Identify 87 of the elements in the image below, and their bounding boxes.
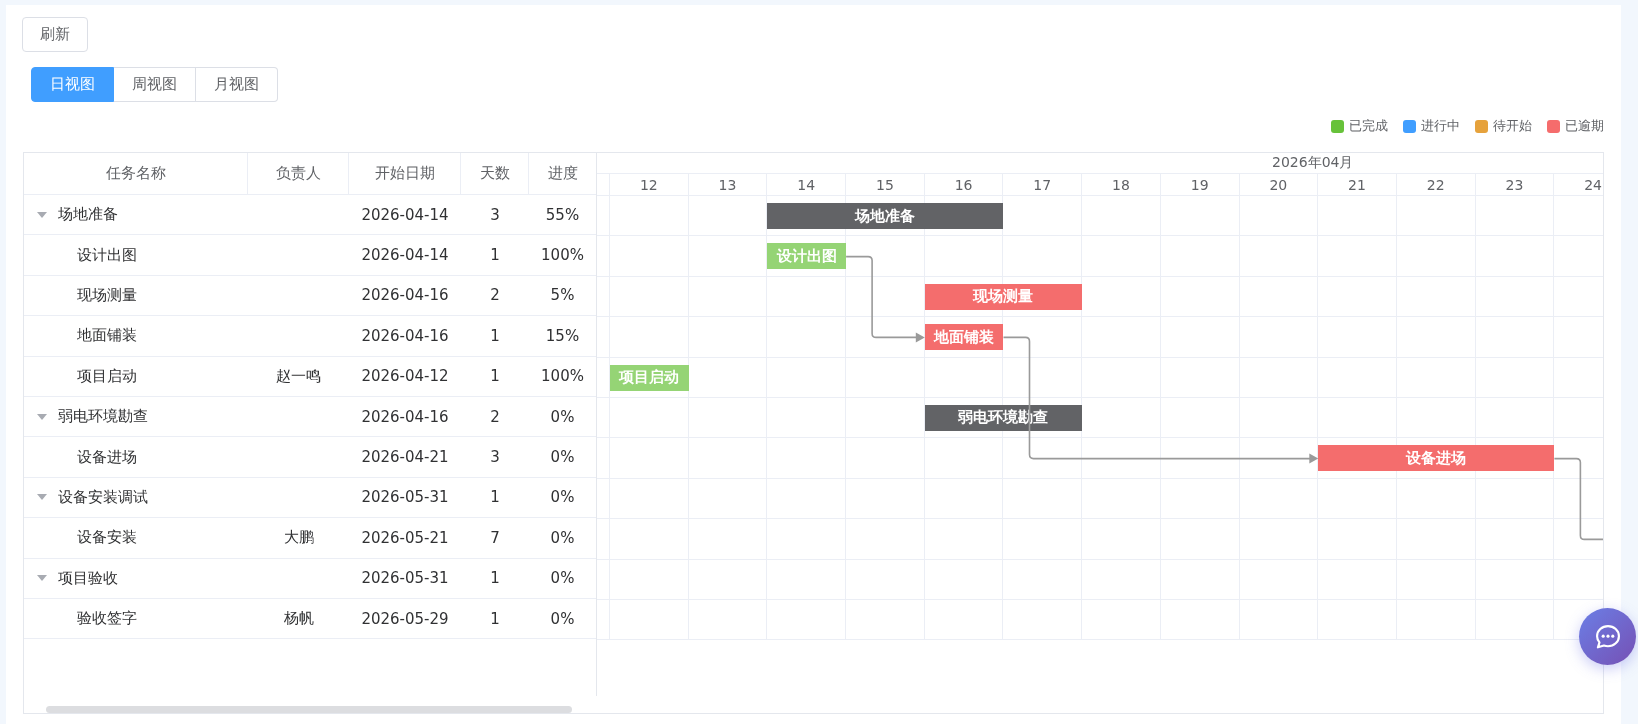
duration-days: 1 bbox=[490, 326, 500, 345]
start-date: 2026-04-16 bbox=[361, 326, 449, 345]
start-date: 2026-04-21 bbox=[361, 448, 449, 467]
start-date: 2026-04-12 bbox=[361, 367, 449, 386]
day-label: 22 bbox=[1426, 176, 1445, 193]
day-label: 18 bbox=[1112, 176, 1130, 193]
column-header: 进度 bbox=[547, 164, 578, 183]
task-bar[interactable]: 场地准备 bbox=[767, 203, 1004, 229]
task-bar[interactable]: 设计出图 bbox=[767, 243, 847, 270]
task-name: 验收签字 bbox=[77, 609, 137, 629]
progress-percent: 100% bbox=[541, 367, 584, 386]
scrollbar-thumb[interactable] bbox=[46, 706, 572, 713]
owner-name: 杨帆 bbox=[283, 609, 314, 629]
caret-icon[interactable] bbox=[37, 575, 47, 582]
progress-percent: 0% bbox=[550, 488, 575, 507]
duration-days: 1 bbox=[490, 246, 500, 265]
task-name: 地面铺装 bbox=[77, 326, 137, 346]
duration-days: 1 bbox=[490, 609, 500, 628]
task-name: 项目验收 bbox=[58, 568, 118, 588]
progress-percent: 5% bbox=[550, 286, 575, 305]
progress-percent: 55% bbox=[545, 205, 580, 224]
start-date: 2026-04-14 bbox=[361, 246, 449, 265]
progress-percent: 0% bbox=[550, 528, 575, 547]
owner-name: 赵一鸣 bbox=[276, 366, 321, 386]
day-label: 24 bbox=[1584, 176, 1602, 193]
progress-percent: 100% bbox=[541, 246, 584, 265]
duration-days: 2 bbox=[490, 286, 500, 305]
duration-days: 7 bbox=[490, 528, 500, 547]
view-tab[interactable]: 月视图 bbox=[196, 67, 278, 102]
task-name: 设备安装调试 bbox=[58, 487, 148, 507]
day-label: 16 bbox=[954, 176, 973, 193]
task-name: 设计出图 bbox=[77, 245, 137, 265]
task-bar[interactable]: 项目启动 bbox=[610, 364, 689, 391]
duration-days: 3 bbox=[490, 205, 500, 224]
day-label: 20 bbox=[1269, 176, 1288, 193]
day-label: 21 bbox=[1348, 176, 1366, 193]
day-label: 15 bbox=[876, 176, 894, 193]
duration-days: 1 bbox=[490, 569, 500, 588]
refresh-button[interactable]: 刷新 bbox=[22, 17, 88, 52]
start-date: 2026-04-14 bbox=[361, 205, 449, 224]
legend-label: 待开始 bbox=[1493, 117, 1532, 135]
duration-days: 2 bbox=[490, 407, 500, 426]
progress-percent: 0% bbox=[550, 448, 575, 467]
legend-label: 进行中 bbox=[1421, 117, 1460, 135]
task-bar[interactable]: 现场测量 bbox=[924, 283, 1083, 310]
day-label: 13 bbox=[718, 176, 737, 193]
day-label: 23 bbox=[1505, 176, 1524, 193]
day-label: 14 bbox=[797, 176, 816, 193]
chat-bubble-icon bbox=[1595, 624, 1620, 649]
chat-button[interactable] bbox=[1579, 608, 1636, 665]
owner-name: 大鹏 bbox=[283, 528, 314, 548]
progress-percent: 0% bbox=[550, 569, 575, 588]
start-date: 2026-05-31 bbox=[361, 569, 449, 588]
task-name: 设备进场 bbox=[77, 447, 137, 467]
start-date: 2026-04-16 bbox=[361, 286, 449, 305]
duration-days: 3 bbox=[490, 448, 500, 467]
caret-icon[interactable] bbox=[37, 211, 47, 218]
start-date: 2026-05-29 bbox=[361, 609, 449, 628]
column-header: 任务名称 bbox=[105, 164, 166, 183]
day-label: 12 bbox=[639, 176, 658, 193]
column-header: 开始日期 bbox=[374, 164, 435, 183]
task-name: 场地准备 bbox=[58, 205, 118, 225]
day-label: 19 bbox=[1190, 176, 1209, 193]
column-header: 负责人 bbox=[275, 164, 321, 183]
progress-percent: 0% bbox=[550, 407, 575, 426]
task-name: 设备安装 bbox=[77, 528, 137, 548]
task-bar[interactable]: 设备进场 bbox=[1318, 445, 1555, 472]
task-bar[interactable]: 地面铺装 bbox=[924, 324, 1004, 351]
column-header: 天数 bbox=[479, 164, 510, 183]
start-date: 2026-05-21 bbox=[361, 528, 449, 547]
caret-icon[interactable] bbox=[37, 413, 47, 420]
task-name: 弱电环境勘查 bbox=[58, 407, 148, 427]
caret-icon[interactable] bbox=[37, 494, 47, 501]
duration-days: 1 bbox=[490, 367, 500, 386]
legend-label: 已逾期 bbox=[1565, 117, 1604, 135]
view-tab[interactable]: 周视图 bbox=[114, 67, 196, 102]
progress-percent: 15% bbox=[545, 326, 580, 345]
day-label: 17 bbox=[1033, 176, 1052, 193]
view-tab[interactable]: 日视图 bbox=[31, 67, 114, 102]
legend-label: 已完成 bbox=[1349, 117, 1388, 135]
month-label: 2026年04月 bbox=[1272, 154, 1354, 172]
start-date: 2026-04-16 bbox=[361, 407, 449, 426]
progress-percent: 0% bbox=[550, 609, 575, 628]
start-date: 2026-05-31 bbox=[361, 488, 449, 507]
task-name: 项目启动 bbox=[77, 366, 137, 386]
duration-days: 1 bbox=[490, 488, 500, 507]
task-name: 现场测量 bbox=[77, 285, 137, 305]
